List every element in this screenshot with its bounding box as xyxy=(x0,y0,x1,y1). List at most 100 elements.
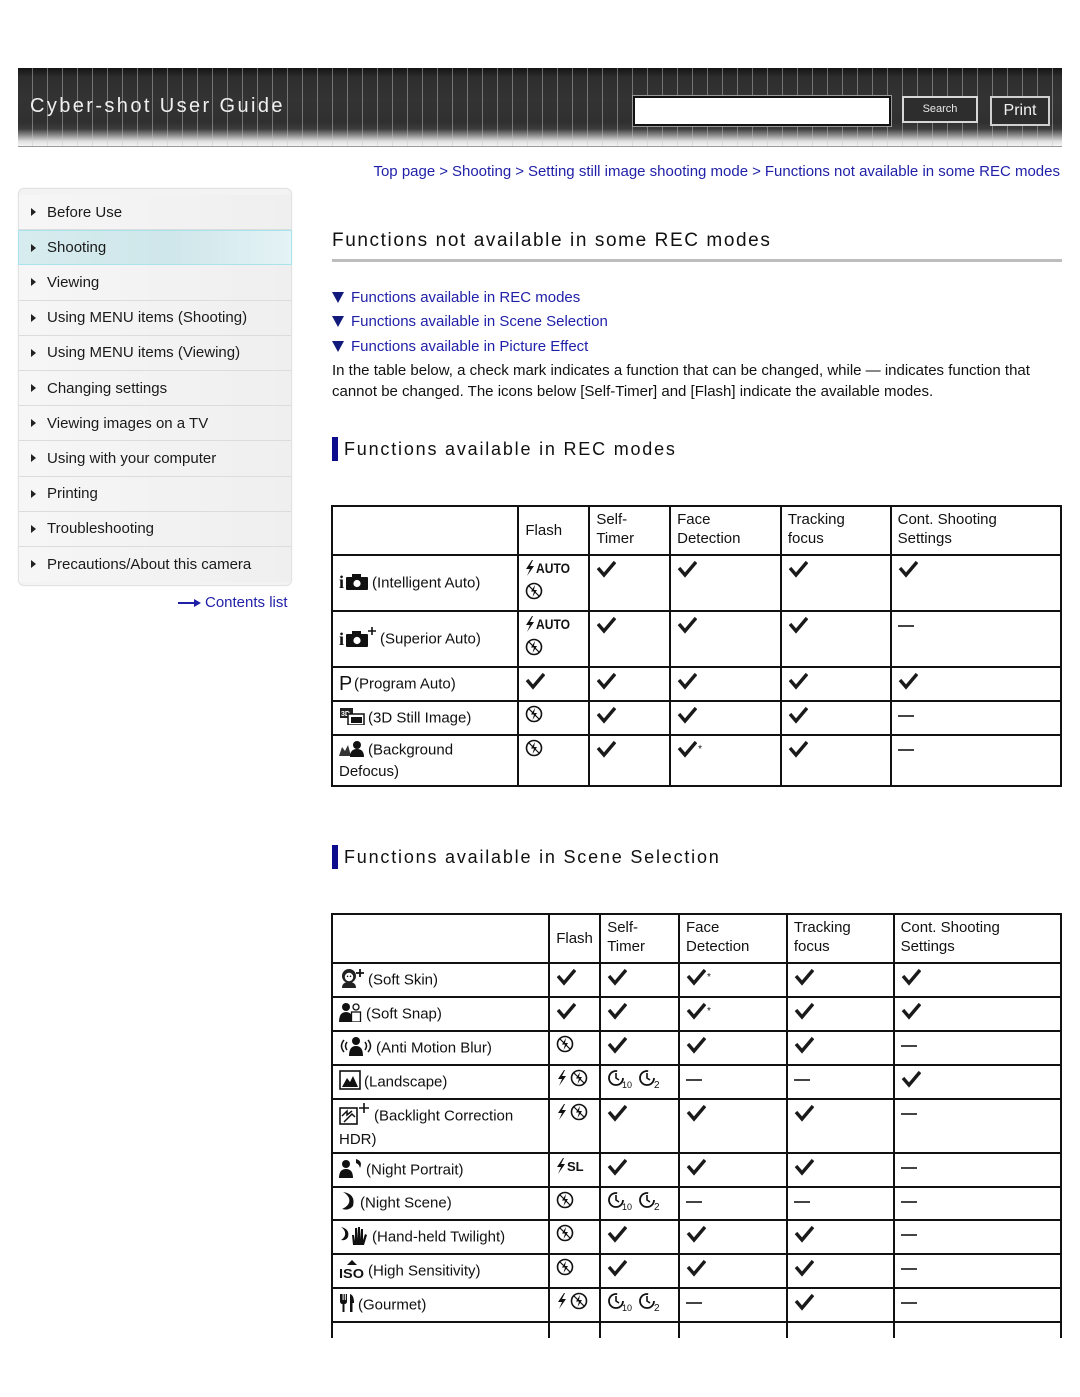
site-header: Cyber-shot User Guide Search Print xyxy=(18,68,1062,146)
sidebar-item-printing[interactable]: Printing xyxy=(19,476,291,512)
mode-label: (Night Scene) xyxy=(360,1194,452,1212)
arrow-right-icon xyxy=(31,419,36,428)
check-mark-icon xyxy=(596,739,617,759)
check-mark-icon xyxy=(794,1001,814,1021)
backlight-correction-hdr-icon xyxy=(339,1103,371,1130)
column-header: Self- Timer xyxy=(588,505,672,556)
check-mark-icon xyxy=(607,1224,628,1244)
flash-off-icon xyxy=(570,1069,588,1092)
sidebar-item-menu-viewing[interactable]: Using MENU items (Viewing) xyxy=(19,335,291,371)
flash-cell xyxy=(548,1098,602,1154)
section-marker xyxy=(332,845,338,869)
section-heading-scene-selection: Functions available in Scene Selection xyxy=(332,845,721,869)
self-timer-cell xyxy=(599,962,681,998)
mode-cell: (Soft Skin) xyxy=(330,962,551,998)
face-detection-cell xyxy=(678,1030,788,1066)
table-row: i (Superior Auto) AUTO xyxy=(330,610,1063,668)
arrow-right-icon xyxy=(31,454,36,463)
timer-2-icon: 2 xyxy=(638,1191,662,1216)
flash-off-icon xyxy=(525,638,543,661)
check-mark-icon xyxy=(677,739,698,759)
column-header: Face Detection xyxy=(678,913,788,964)
face-detection-cell xyxy=(678,1186,788,1221)
breadcrumb-separator: > xyxy=(752,163,761,180)
footnote-asterisk: * xyxy=(698,743,703,755)
tracking-focus-cell xyxy=(785,1253,895,1289)
mode-cell: (Gourmet) xyxy=(330,1287,551,1323)
3d-still-image-icon: 3D xyxy=(339,707,365,730)
flash-off-icon xyxy=(570,1292,588,1315)
timer-10-icon: 10 xyxy=(607,1292,635,1317)
self-timer-cell xyxy=(599,1219,681,1255)
flash-cell xyxy=(548,996,602,1032)
face-detection-cell xyxy=(669,700,782,736)
print-button[interactable]: Print xyxy=(990,96,1050,126)
sidebar-item-troubleshooting[interactable]: Troubleshooting xyxy=(19,511,291,547)
table-row-partial xyxy=(330,1321,1063,1338)
not-available-dash xyxy=(900,1234,917,1236)
flash-cell xyxy=(517,734,591,787)
contents-list-link[interactable]: Contents list xyxy=(178,594,288,611)
search-input[interactable] xyxy=(632,95,892,127)
sidebar-item-precautions[interactable]: Precautions/About this camera xyxy=(19,546,291,583)
cont-shooting-cell xyxy=(889,554,1063,612)
self-timer-cell: 10 2 xyxy=(599,1064,681,1100)
not-available-dash xyxy=(900,1167,917,1169)
flash-off-icon xyxy=(525,705,543,728)
cont-shooting-cell xyxy=(892,1098,1063,1154)
mode-label: (Superior Auto) xyxy=(380,629,481,647)
night-scene-icon xyxy=(339,1191,357,1216)
check-mark-icon xyxy=(607,1001,628,1021)
soft-skin-icon xyxy=(339,968,365,993)
face-detection-cell: * xyxy=(678,962,788,998)
tracking-focus-cell xyxy=(785,1064,895,1100)
mode-label: (Program Auto) xyxy=(354,674,456,692)
flash-cell xyxy=(548,1186,602,1221)
anchor-scene-selection[interactable]: Functions available in Scene Selection xyxy=(332,310,608,335)
self-timer-cell xyxy=(588,734,672,787)
breadcrumb-setting-still-image[interactable]: Setting still image shooting mode xyxy=(528,163,748,180)
flash-auto-icon: AUTO xyxy=(525,615,571,638)
sidebar-item-computer[interactable]: Using with your computer xyxy=(19,441,291,477)
cont-shooting-cell xyxy=(889,734,1063,787)
triangle-down-icon xyxy=(332,340,344,352)
mode-cell: i (Superior Auto) xyxy=(330,610,520,668)
table-row: (Backlight Correction HDR) xyxy=(330,1098,1063,1154)
sidebar-item-menu-shooting[interactable]: Using MENU items (Shooting) xyxy=(19,300,291,336)
breadcrumb-current[interactable]: Functions not available in some REC mode… xyxy=(765,163,1060,180)
search-button[interactable]: Search xyxy=(902,96,978,123)
not-available-dash xyxy=(900,1302,917,1304)
intelligent-auto-icon: i xyxy=(339,572,369,595)
not-available-dash xyxy=(897,715,914,717)
night-portrait-icon xyxy=(339,1158,363,1183)
sidebar-item-before-use[interactable]: Before Use xyxy=(19,195,291,231)
flash-off-icon xyxy=(556,1191,574,1214)
breadcrumb-shooting[interactable]: Shooting xyxy=(452,163,511,180)
anchor-picture-effect[interactable]: Functions available in Picture Effect xyxy=(332,334,608,359)
mode-cell: (Landscape) xyxy=(330,1064,551,1100)
check-mark-icon xyxy=(677,671,698,691)
empty-cell xyxy=(892,1321,1063,1338)
face-detection-cell: * xyxy=(678,996,788,1032)
sidebar-item-viewing[interactable]: Viewing xyxy=(19,265,291,301)
table-row: 3D (3D Still Image) xyxy=(330,700,1063,736)
arrow-right-icon xyxy=(178,598,202,607)
arrow-right-icon xyxy=(31,489,36,498)
sidebar-item-shooting[interactable]: Shooting xyxy=(18,230,292,266)
anchor-rec-modes[interactable]: Functions available in REC modes xyxy=(332,285,608,310)
sidebar-item-viewing-tv[interactable]: Viewing images on a TV xyxy=(19,406,291,442)
flash-cell xyxy=(548,1064,602,1100)
not-available-dash xyxy=(793,1079,810,1081)
check-mark-icon xyxy=(794,967,814,987)
sidebar-item-changing-settings[interactable]: Changing settings xyxy=(19,370,291,407)
breadcrumb-top-page[interactable]: Top page xyxy=(373,163,435,180)
cont-shooting-cell xyxy=(889,610,1063,668)
sidebar-item-label: Precautions/About this camera xyxy=(47,555,252,573)
flash-slow-sync-icon: SL xyxy=(556,1157,586,1180)
breadcrumb: Top page > Shooting > Setting still image sh… xyxy=(373,163,1060,180)
self-timer-cell xyxy=(599,1152,681,1188)
not-available-dash xyxy=(900,1268,917,1270)
arrow-right-icon xyxy=(31,313,36,322)
check-mark-icon xyxy=(788,739,808,759)
mode-cell: (Background Defocus) xyxy=(330,734,520,787)
